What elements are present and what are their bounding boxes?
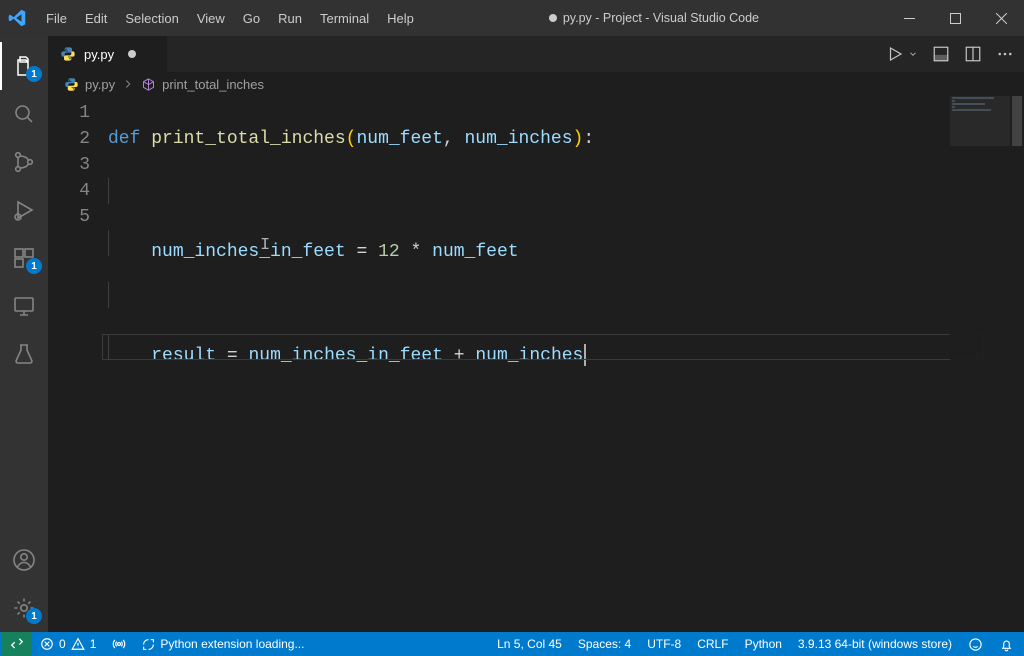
scrollbar-thumb[interactable]: [1012, 96, 1022, 146]
menu-selection[interactable]: Selection: [117, 7, 186, 30]
main-area: 1 1 1: [0, 36, 1024, 632]
status-spaces[interactable]: Spaces: 4: [570, 632, 639, 656]
window-title: py.py - Project - Visual Studio Code: [422, 11, 886, 25]
status-python-extension[interactable]: Python extension loading...: [134, 632, 312, 656]
menu-edit[interactable]: Edit: [77, 7, 115, 30]
ibeam-cursor-icon: I: [260, 233, 270, 259]
menu-help[interactable]: Help: [379, 7, 422, 30]
editor-group: py.py: [48, 36, 1024, 632]
line-gutter: 1 2 3 4 5: [48, 96, 108, 632]
activity-explorer[interactable]: 1: [0, 42, 48, 90]
menu-go[interactable]: Go: [235, 7, 268, 30]
activity-settings[interactable]: 1: [0, 584, 48, 632]
activity-run-debug[interactable]: [0, 186, 48, 234]
menu-bar: File Edit Selection View Go Run Terminal…: [38, 7, 422, 30]
explorer-badge: 1: [26, 66, 42, 82]
maximize-button[interactable]: [932, 0, 978, 36]
minimize-button[interactable]: [886, 0, 932, 36]
symbol-method-icon: [141, 77, 156, 92]
breadcrumb-symbol[interactable]: print_total_inches: [141, 77, 264, 92]
tab-py-py[interactable]: py.py: [48, 36, 168, 72]
editor-actions: [876, 36, 1024, 72]
tab-label: py.py: [84, 47, 114, 62]
status-feedback-icon[interactable]: [960, 632, 991, 656]
activity-source-control[interactable]: [0, 138, 48, 186]
split-bottom-icon[interactable]: [932, 45, 950, 63]
breadcrumb-file[interactable]: py.py: [64, 77, 115, 92]
code-content[interactable]: def print_total_inches(num_feet, num_inc…: [108, 96, 1024, 632]
activity-testing[interactable]: [0, 330, 48, 378]
extensions-badge: 1: [26, 258, 42, 274]
title-dirty-dot-icon: [549, 14, 557, 22]
status-bar: 0 1 Python extension loading... Ln 5, Co…: [0, 632, 1024, 656]
menu-terminal[interactable]: Terminal: [312, 7, 377, 30]
status-broadcast-icon[interactable]: [104, 632, 134, 656]
vscode-logo-icon: [8, 9, 26, 27]
minimap[interactable]: [950, 96, 1010, 632]
text-cursor-icon: [584, 344, 586, 366]
status-interpreter[interactable]: 3.9.13 64-bit (windows store): [790, 632, 960, 656]
status-eol[interactable]: CRLF: [689, 632, 736, 656]
status-bell-icon[interactable]: [991, 632, 1022, 656]
remote-indicator[interactable]: [2, 632, 32, 656]
run-chevron-icon[interactable]: [908, 49, 918, 59]
activity-remote-explorer[interactable]: [0, 282, 48, 330]
window-controls: [886, 0, 1024, 36]
menu-file[interactable]: File: [38, 7, 75, 30]
tab-row: py.py: [48, 36, 1024, 72]
python-file-icon: [64, 77, 79, 92]
close-button[interactable]: [978, 0, 1024, 36]
breadcrumb: py.py print_total_inches: [48, 72, 1024, 96]
status-language[interactable]: Python: [737, 632, 790, 656]
split-right-icon[interactable]: [964, 45, 982, 63]
code-editor[interactable]: 1 2 3 4 5 def print_total_inches(num_fee…: [48, 96, 1024, 632]
activity-accounts[interactable]: [0, 536, 48, 584]
vertical-scrollbar[interactable]: [1010, 96, 1024, 632]
menu-view[interactable]: View: [189, 7, 233, 30]
python-file-icon: [60, 46, 76, 62]
run-play-icon[interactable]: [886, 45, 904, 63]
titlebar: File Edit Selection View Go Run Terminal…: [0, 0, 1024, 36]
tab-dirty-dot-icon: [128, 50, 136, 58]
settings-badge: 1: [26, 608, 42, 624]
activity-search[interactable]: [0, 90, 48, 138]
more-actions-icon[interactable]: [996, 45, 1014, 63]
status-problems[interactable]: 0 1: [32, 632, 104, 656]
menu-run[interactable]: Run: [270, 7, 310, 30]
activity-extensions[interactable]: 1: [0, 234, 48, 282]
status-encoding[interactable]: UTF-8: [639, 632, 689, 656]
status-ln-col[interactable]: Ln 5, Col 45: [489, 632, 570, 656]
activity-bar: 1 1 1: [0, 36, 48, 632]
chevron-right-icon: [121, 77, 135, 91]
